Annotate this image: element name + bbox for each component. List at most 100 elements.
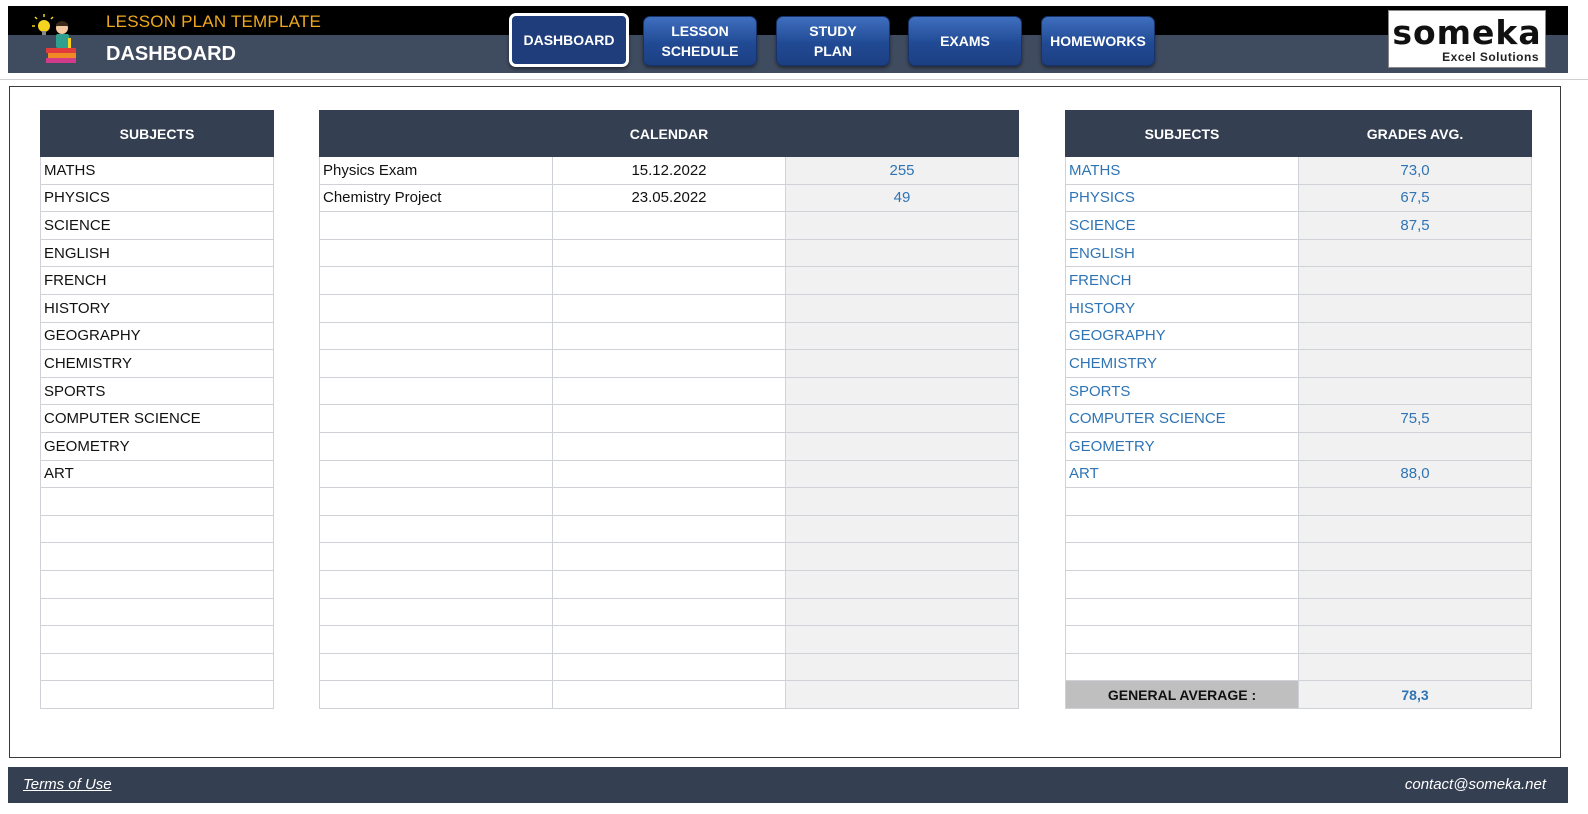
table-row: SPORTS bbox=[1065, 376, 1532, 406]
calendar-event-cell[interactable] bbox=[319, 652, 553, 682]
subject-cell[interactable]: ART bbox=[40, 459, 274, 489]
subject-cell[interactable] bbox=[40, 569, 274, 599]
grade-subject-cell bbox=[1065, 597, 1299, 627]
table-row: Physics Exam 15.12.2022 255 bbox=[319, 156, 1019, 185]
nav-study-plan-button[interactable]: STUDY PLAN bbox=[776, 16, 890, 66]
table-row bbox=[319, 431, 1019, 461]
calendar-date-cell[interactable] bbox=[552, 376, 786, 406]
calendar-date-cell[interactable] bbox=[552, 404, 786, 433]
table-row bbox=[1065, 542, 1532, 571]
table-row bbox=[319, 514, 1019, 544]
grade-subject-cell bbox=[1065, 625, 1299, 654]
nav-lesson-schedule-button[interactable]: LESSON SCHEDULE bbox=[643, 16, 757, 66]
subject-cell[interactable]: PHYSICS bbox=[40, 183, 274, 213]
calendar-event-cell[interactable] bbox=[319, 487, 553, 516]
table-row bbox=[319, 349, 1019, 378]
table-row bbox=[1065, 652, 1532, 682]
calendar-date-cell[interactable] bbox=[552, 597, 786, 627]
calendar-date-cell[interactable] bbox=[552, 652, 786, 682]
nav-homeworks-button[interactable]: HOMEWORKS bbox=[1041, 16, 1155, 66]
calendar-date-cell[interactable]: 23.05.2022 bbox=[552, 183, 786, 213]
grade-subject-cell: HISTORY bbox=[1065, 293, 1299, 323]
subject-cell[interactable]: SCIENCE bbox=[40, 211, 274, 240]
nav-dashboard-button[interactable]: DASHBOARD bbox=[509, 13, 629, 67]
calendar-event-cell[interactable] bbox=[319, 404, 553, 433]
subject-cell[interactable]: CHEMISTRY bbox=[40, 349, 274, 378]
calendar-days-left-cell bbox=[785, 514, 1019, 544]
subject-cell[interactable]: COMPUTER SCIENCE bbox=[40, 404, 274, 433]
table-row: Chemistry Project 23.05.2022 49 bbox=[319, 183, 1019, 213]
calendar-event-cell[interactable]: Chemistry Project bbox=[319, 183, 553, 213]
table-row bbox=[319, 404, 1019, 433]
table-row: SPORTS bbox=[40, 376, 274, 406]
calendar-date-cell[interactable] bbox=[552, 293, 786, 323]
calendar-event-cell[interactable] bbox=[319, 293, 553, 323]
calendar-event-cell[interactable] bbox=[319, 376, 553, 406]
grade-average-cell bbox=[1298, 321, 1532, 351]
calendar-event-cell[interactable] bbox=[319, 542, 553, 571]
subject-cell[interactable]: SPORTS bbox=[40, 376, 274, 406]
calendar-date-cell[interactable] bbox=[552, 459, 786, 489]
subject-cell[interactable] bbox=[40, 514, 274, 544]
lesson-plan-logo-icon bbox=[32, 14, 76, 63]
calendar-date-cell[interactable] bbox=[552, 680, 786, 709]
table-row bbox=[40, 652, 274, 682]
subject-cell[interactable] bbox=[40, 597, 274, 627]
calendar-event-cell[interactable] bbox=[319, 266, 553, 295]
grade-average-cell bbox=[1298, 597, 1532, 627]
terms-of-use-link[interactable]: Terms of Use bbox=[23, 776, 112, 793]
grade-subject-cell: GEOMETRY bbox=[1065, 431, 1299, 461]
calendar-date-cell[interactable] bbox=[552, 211, 786, 240]
calendar-event-cell[interactable] bbox=[319, 625, 553, 654]
subject-cell[interactable]: FRENCH bbox=[40, 266, 274, 295]
calendar-event-cell[interactable] bbox=[319, 321, 553, 351]
calendar-date-cell[interactable] bbox=[552, 238, 786, 268]
grade-average-cell bbox=[1298, 266, 1532, 295]
grade-average-cell bbox=[1298, 376, 1532, 406]
calendar-date-cell[interactable] bbox=[552, 514, 786, 544]
someka-brand-logo[interactable]: someka Excel Solutions bbox=[1388, 10, 1546, 68]
nav-exams-button[interactable]: EXAMS bbox=[908, 16, 1022, 66]
subject-cell[interactable]: HISTORY bbox=[40, 293, 274, 323]
grade-subject-cell bbox=[1065, 514, 1299, 544]
table-row bbox=[1065, 487, 1532, 516]
subject-cell[interactable] bbox=[40, 680, 274, 709]
calendar-event-cell[interactable] bbox=[319, 459, 553, 489]
table-row bbox=[40, 487, 274, 516]
calendar-date-cell[interactable] bbox=[552, 431, 786, 461]
subject-cell[interactable]: GEOMETRY bbox=[40, 431, 274, 461]
calendar-days-left-cell bbox=[785, 625, 1019, 654]
calendar-days-left-cell bbox=[785, 542, 1019, 571]
subject-cell[interactable]: GEOGRAPHY bbox=[40, 321, 274, 351]
calendar-date-cell[interactable]: 15.12.2022 bbox=[552, 156, 786, 185]
calendar-date-cell[interactable] bbox=[552, 349, 786, 378]
calendar-event-cell[interactable] bbox=[319, 431, 553, 461]
calendar-event-cell[interactable] bbox=[319, 349, 553, 378]
grade-subject-cell: ART bbox=[1065, 459, 1299, 489]
subject-cell[interactable] bbox=[40, 625, 274, 654]
calendar-event-cell[interactable] bbox=[319, 238, 553, 268]
calendar-days-left-cell bbox=[785, 376, 1019, 406]
subject-cell[interactable]: ENGLISH bbox=[40, 238, 274, 268]
subject-cell[interactable]: MATHS bbox=[40, 156, 274, 185]
table-row: FRENCH bbox=[40, 266, 274, 295]
calendar-event-cell[interactable]: Physics Exam bbox=[319, 156, 553, 185]
calendar-event-cell[interactable] bbox=[319, 569, 553, 599]
calendar-date-cell[interactable] bbox=[552, 487, 786, 516]
table-row: ART bbox=[40, 459, 274, 489]
subject-cell[interactable] bbox=[40, 652, 274, 682]
table-row: MATHS bbox=[40, 156, 274, 185]
calendar-event-cell[interactable] bbox=[319, 211, 553, 240]
calendar-date-cell[interactable] bbox=[552, 266, 786, 295]
calendar-date-cell[interactable] bbox=[552, 569, 786, 599]
calendar-date-cell[interactable] bbox=[552, 321, 786, 351]
subject-cell[interactable] bbox=[40, 487, 274, 516]
subject-cell[interactable] bbox=[40, 542, 274, 571]
calendar-date-cell[interactable] bbox=[552, 542, 786, 571]
app-footer: Terms of Use contact@someka.net bbox=[8, 767, 1568, 803]
grade-average-cell: 75,5 bbox=[1298, 404, 1532, 433]
calendar-event-cell[interactable] bbox=[319, 597, 553, 627]
calendar-date-cell[interactable] bbox=[552, 625, 786, 654]
calendar-event-cell[interactable] bbox=[319, 514, 553, 544]
calendar-event-cell[interactable] bbox=[319, 680, 553, 709]
